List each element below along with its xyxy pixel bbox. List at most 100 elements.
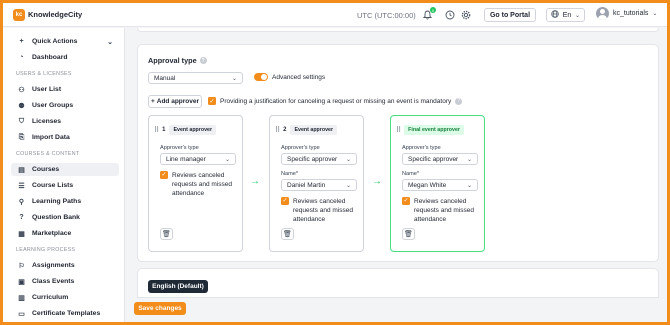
reviews-checkbox-label: Reviews canceled requests and missed att… xyxy=(293,198,353,223)
language-select[interactable]: En ⌄ xyxy=(546,8,585,22)
sidebar-item-courses[interactable]: ▤ Courses xyxy=(11,163,119,176)
sidebar-item-class-events[interactable]: ▣ Class Events xyxy=(11,275,119,288)
approver-card-2: ⠿ 2 Event approver Approver's type Speci… xyxy=(269,115,364,252)
chevron-down-icon: ⌄ xyxy=(107,38,113,46)
sidebar-item-label: Marketplace xyxy=(32,230,72,237)
username: kc_tutorials xyxy=(613,10,649,17)
app-window: kc KnowledgeCity UTC (UTC:00:00) 0 Go to… xyxy=(3,3,667,322)
avatar xyxy=(596,7,609,20)
arrow-right-icon: → xyxy=(372,176,382,187)
sidebar-section-learning: LEARNING PROCESS xyxy=(16,247,76,253)
approver-type-select[interactable]: Line manager ⌄ xyxy=(160,153,236,165)
add-approver-label: Add approver xyxy=(156,98,200,105)
sidebar-item-label: Certificate Templates xyxy=(32,310,101,317)
approval-type-title: Approval type ? xyxy=(148,56,207,65)
approval-type-select[interactable]: Manual ⌄ xyxy=(148,72,243,84)
approver-name-select[interactable]: Megan White ⌄ xyxy=(402,179,478,191)
drag-handle-icon[interactable]: ⠿ xyxy=(396,126,401,134)
approval-type-value: Manual xyxy=(154,74,176,82)
trash-icon[interactable]: 🗑 xyxy=(281,228,294,240)
logo[interactable]: kc KnowledgeCity xyxy=(13,8,83,21)
reviews-checkbox-row: ✓ Reviews canceled requests and missed a… xyxy=(402,197,482,224)
justification-checkbox[interactable]: ✓ xyxy=(208,97,216,105)
sidebar-item-label: Import Data xyxy=(32,134,70,141)
sidebar-item-user-groups[interactable]: ⚉ User Groups xyxy=(11,99,119,112)
approver-type-label: Approver's type xyxy=(160,145,199,151)
shield-icon: ⛉ xyxy=(18,117,25,125)
go-to-portal-button[interactable]: Go to Portal xyxy=(484,8,536,22)
trash-icon[interactable]: 🗑 xyxy=(402,228,415,240)
save-changes-button[interactable]: Save changes xyxy=(134,302,186,315)
approver-badge: Event approver xyxy=(290,125,338,135)
sidebar-item-quick-actions[interactable]: + Quick Actions ⌄ xyxy=(11,35,119,48)
reviews-checkbox-label: Reviews canceled requests and missed att… xyxy=(414,198,474,223)
language-card: English (Default) xyxy=(137,268,659,298)
reviews-checkbox-label: Reviews canceled requests and missed att… xyxy=(172,172,232,197)
advanced-settings-toggle[interactable] xyxy=(254,73,268,81)
sidebar-item-import-data[interactable]: ⎘ Import Data xyxy=(11,131,119,144)
sidebar-item-label: Course Lists xyxy=(32,182,74,189)
path-icon: ⚲ xyxy=(18,198,25,206)
drag-handle-icon[interactable]: ⠿ xyxy=(154,126,159,134)
approver-card-header: ⠿ Final event approver xyxy=(396,125,464,135)
user-group-icon: ⚉ xyxy=(18,102,25,110)
sidebar-item-licenses[interactable]: ⛉ Licenses xyxy=(11,115,119,128)
approver-type-select[interactable]: Specific approver ⌄ xyxy=(281,153,357,165)
sidebar-item-label: Assignments xyxy=(32,262,75,269)
clock-icon[interactable] xyxy=(444,9,455,20)
sidebar-item-course-lists[interactable]: ☰ Course Lists xyxy=(11,179,119,192)
globe-icon xyxy=(551,10,559,20)
sidebar-item-question-bank[interactable]: ? Question Bank xyxy=(11,211,119,224)
approval-type-label: Approval type xyxy=(148,56,197,65)
approver-name-select[interactable]: Daniel Martin ⌄ xyxy=(281,179,357,191)
sidebar-item-certificate-templates[interactable]: ▭ Certificate Templates xyxy=(11,307,119,320)
approver-card-final: ⠿ Final event approver Approver's type S… xyxy=(390,115,485,252)
gear-icon[interactable] xyxy=(460,9,471,20)
trash-icon[interactable]: 🗑 xyxy=(160,228,173,240)
sidebar-item-user-list[interactable]: ⚇ User List xyxy=(11,83,119,96)
store-icon: ▦ xyxy=(18,230,25,238)
reviews-checkbox[interactable]: ✓ xyxy=(160,171,168,179)
sidebar-item-dashboard[interactable]: ◔ Dashboard xyxy=(11,51,119,64)
chevron-down-icon: ⌄ xyxy=(345,156,351,163)
chevron-down-icon: ⌄ xyxy=(345,182,351,189)
logo-text: KnowledgeCity xyxy=(28,10,83,19)
import-icon: ⎘ xyxy=(18,133,25,141)
chevron-down-icon: ⌄ xyxy=(466,156,472,163)
top-bar: kc KnowledgeCity UTC (UTC:00:00) 0 Go to… xyxy=(3,3,667,27)
sidebar-item-learning-paths[interactable]: ⚲ Learning Paths xyxy=(11,195,119,208)
reviews-checkbox[interactable]: ✓ xyxy=(281,197,289,205)
language-tab-english[interactable]: English (Default) xyxy=(148,280,208,293)
add-approver-button[interactable]: + Add approver xyxy=(148,95,202,108)
sidebar-item-assignments[interactable]: ⚐ Assignments xyxy=(11,259,119,272)
drag-handle-icon[interactable]: ⠿ xyxy=(275,126,280,134)
sidebar-item-label: User List xyxy=(32,86,62,93)
question-icon: ? xyxy=(19,214,24,221)
sidebar-item-label: Courses xyxy=(32,166,60,173)
sidebar-section-users: USERS & LICENSES xyxy=(16,71,72,77)
approver-type-label: Approver's type xyxy=(281,145,320,151)
approval-card: Approval type ? Manual ⌄ Advanced settin… xyxy=(137,44,659,262)
notification-count: 0 xyxy=(430,7,436,13)
approver-number: 1 xyxy=(162,127,166,133)
chevron-down-icon: ⌄ xyxy=(466,182,472,189)
plus-icon: + xyxy=(19,38,24,45)
approver-name-value: Megan White xyxy=(408,181,447,189)
sidebar-item-curriculum[interactable]: ▥ Curriculum xyxy=(11,291,119,304)
help-icon[interactable]: ? xyxy=(455,97,463,105)
approver-number: 2 xyxy=(283,127,287,133)
advanced-settings-label: Advanced settings xyxy=(272,74,326,81)
users-icon: ⚇ xyxy=(18,86,25,94)
approver-type-select[interactable]: Specific approver ⌄ xyxy=(402,153,478,165)
justification-label: Providing a justification for canceling … xyxy=(220,97,452,105)
user-menu[interactable]: kc_tutorials ⌄ xyxy=(596,7,657,20)
bell-icon[interactable]: 0 xyxy=(422,7,436,20)
help-icon[interactable]: ? xyxy=(199,57,207,64)
sidebar-item-label: Curriculum xyxy=(32,294,69,301)
timezone-label: UTC (UTC:00:00) xyxy=(357,11,416,20)
reviews-checkbox[interactable]: ✓ xyxy=(402,197,410,205)
approver-badge: Final event approver xyxy=(404,125,464,135)
sidebar-item-label: User Groups xyxy=(32,102,74,109)
sidebar-item-label: Dashboard xyxy=(32,54,68,61)
sidebar-item-marketplace[interactable]: ▦ Marketplace xyxy=(11,227,119,240)
